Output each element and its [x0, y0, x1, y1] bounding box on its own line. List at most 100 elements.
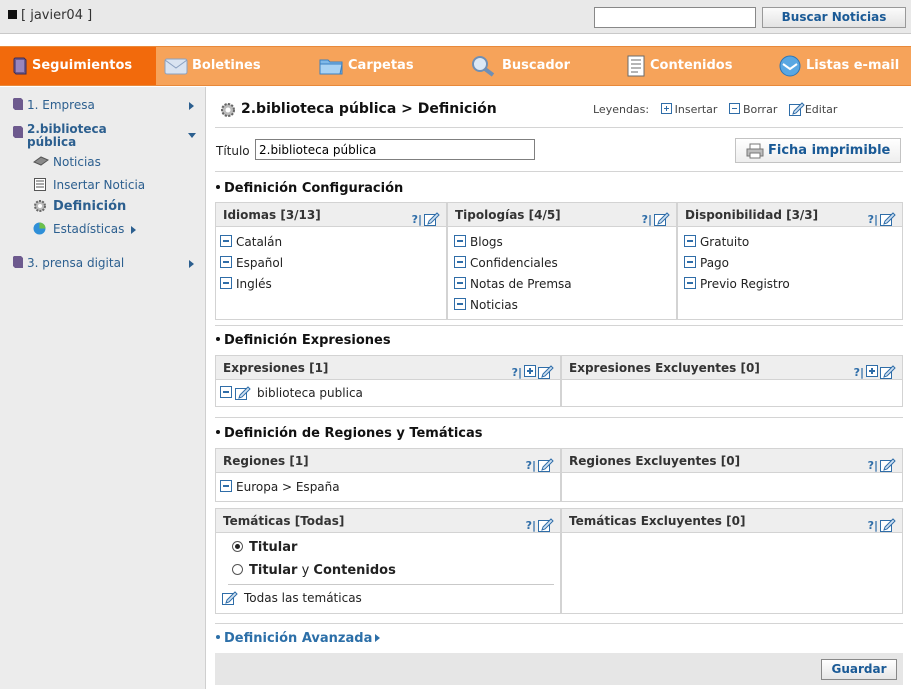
- all-topics-item: Todas las temáticas: [220, 591, 362, 605]
- delete-icon[interactable]: [220, 277, 232, 289]
- legend-label: Leyendas:: [593, 103, 650, 116]
- regiones-excluyentes-panel: Regiones Excluyentes [0] ?|: [561, 448, 903, 502]
- idiomas-header: Idiomas [3/13]: [223, 208, 321, 222]
- main-nav: Seguimientos Boletines Carpetas Buscador…: [0, 46, 911, 86]
- save-button[interactable]: Guardar: [821, 659, 897, 680]
- username: [ javier04 ]: [21, 8, 93, 23]
- tematicas-excluyentes-header: Temáticas Excluyentes [0]: [569, 514, 746, 528]
- search-news-button[interactable]: Buscar Noticias: [762, 7, 906, 28]
- edit-icon: [788, 102, 805, 116]
- envelope-icon: [164, 58, 188, 74]
- divider: [215, 417, 903, 418]
- divider: [215, 171, 903, 172]
- page-title: 2.biblioteca pública > Definición: [241, 101, 497, 117]
- add-icon[interactable]: [524, 365, 536, 377]
- delete-icon: [728, 103, 740, 114]
- edit-icon[interactable]: [235, 386, 251, 400]
- list-item: Pago: [684, 256, 729, 270]
- radio-titular[interactable]: Titular: [232, 540, 297, 555]
- search-input[interactable]: [594, 7, 756, 28]
- regiones-header: Regiones [1]: [223, 454, 309, 468]
- book-icon: [13, 57, 27, 74]
- sidebar-item-biblioteca[interactable]: 2.biblioteca pública: [0, 123, 206, 153]
- help-icon[interactable]: ?|: [868, 208, 878, 232]
- sidebar-subitem-estadisticas[interactable]: Estadísticas: [0, 221, 206, 237]
- delete-icon[interactable]: [220, 235, 232, 247]
- nav-buscador[interactable]: Buscador: [470, 47, 570, 85]
- edit-icon[interactable]: [538, 365, 554, 379]
- sidebar-item-empresa[interactable]: 1. Empresa: [0, 97, 206, 115]
- delete-icon[interactable]: [454, 235, 466, 247]
- edit-icon[interactable]: [880, 212, 896, 226]
- list-item: Blogs: [454, 235, 503, 249]
- delete-icon[interactable]: [684, 256, 696, 268]
- printer-icon: [746, 143, 764, 159]
- delete-icon[interactable]: [220, 480, 232, 492]
- list-item: Gratuito: [684, 235, 749, 249]
- delete-icon[interactable]: [684, 235, 696, 247]
- book-icon: [13, 98, 23, 110]
- list-item: Español: [220, 256, 283, 270]
- nav-boletines[interactable]: Boletines: [164, 47, 261, 85]
- help-icon[interactable]: ?|: [412, 208, 422, 232]
- help-icon[interactable]: ?|: [512, 361, 522, 385]
- divider: [215, 325, 903, 326]
- legend-delete: Borrar: [742, 103, 778, 116]
- chevron-right-icon: [189, 102, 194, 110]
- section-title-expressions: Definición Expresiones: [216, 333, 391, 348]
- help-icon[interactable]: ?|: [526, 454, 536, 478]
- delete-icon[interactable]: [454, 256, 466, 268]
- print-sheet-button[interactable]: Ficha imprimible: [735, 138, 901, 163]
- radio-titular-contenidos[interactable]: Titular y Contenidos: [232, 563, 396, 578]
- nav-contenidos[interactable]: Contenidos: [626, 47, 732, 85]
- main-content: 2.biblioteca pública > Definición Leyend…: [207, 87, 911, 689]
- radio-icon[interactable]: [232, 564, 243, 575]
- edit-icon[interactable]: [538, 518, 554, 532]
- nav-carpetas[interactable]: Carpetas: [318, 47, 414, 85]
- legend-edit: Editar: [804, 103, 838, 116]
- section-title-regions: Definición de Regiones y Temáticas: [216, 426, 483, 441]
- sidebar: 1. Empresa 2.biblioteca pública Noticias …: [0, 87, 206, 689]
- chevron-right-icon: [189, 260, 194, 268]
- sidebar-subitem-insertar-noticia[interactable]: Insertar Noticia: [0, 177, 206, 193]
- list-item: Previo Registro: [684, 277, 790, 291]
- edit-icon[interactable]: [654, 212, 670, 226]
- disponibilidad-panel: Disponibilidad [3/3] ?| Gratuito Pago Pr…: [677, 202, 903, 320]
- edit-icon[interactable]: [880, 365, 896, 379]
- sidebar-item-prensa-digital[interactable]: 3. prensa digital: [0, 255, 206, 273]
- delete-icon[interactable]: [454, 277, 466, 289]
- delete-icon[interactable]: [220, 386, 232, 398]
- chevron-right-icon: [375, 634, 381, 642]
- disponibilidad-header: Disponibilidad [3/3]: [685, 208, 819, 222]
- edit-icon[interactable]: [880, 518, 896, 532]
- insert-icon: [660, 103, 672, 114]
- title-field[interactable]: [255, 139, 535, 160]
- delete-icon[interactable]: [684, 277, 696, 289]
- square-icon: [8, 10, 17, 19]
- title-label: Título: [216, 144, 250, 158]
- help-icon[interactable]: ?|: [854, 361, 864, 385]
- sidebar-subitem-noticias[interactable]: Noticias: [0, 154, 206, 170]
- nav-listas-email[interactable]: Listas e-mail: [778, 47, 899, 85]
- add-icon[interactable]: [866, 365, 878, 377]
- advanced-definition-link[interactable]: Definición Avanzada: [216, 631, 381, 646]
- document-icon: [627, 55, 645, 76]
- edit-icon[interactable]: [424, 212, 440, 226]
- list-item: biblioteca publica: [220, 386, 363, 400]
- radio-icon[interactable]: [232, 541, 243, 552]
- edit-icon[interactable]: [222, 591, 238, 605]
- edit-icon[interactable]: [880, 458, 896, 472]
- sidebar-subitem-definicion[interactable]: Definición: [0, 199, 206, 215]
- edit-icon[interactable]: [538, 458, 554, 472]
- insert-doc-icon: [34, 178, 46, 191]
- delete-icon[interactable]: [220, 256, 232, 268]
- chevron-down-icon: [188, 133, 196, 138]
- help-icon[interactable]: ?|: [868, 454, 878, 478]
- book-icon: [13, 256, 23, 268]
- folder-icon: [319, 59, 343, 74]
- nav-seguimientos[interactable]: Seguimientos: [0, 47, 156, 85]
- help-icon[interactable]: ?|: [526, 514, 536, 538]
- delete-icon[interactable]: [454, 298, 466, 310]
- help-icon[interactable]: ?|: [642, 208, 652, 232]
- help-icon[interactable]: ?|: [868, 514, 878, 538]
